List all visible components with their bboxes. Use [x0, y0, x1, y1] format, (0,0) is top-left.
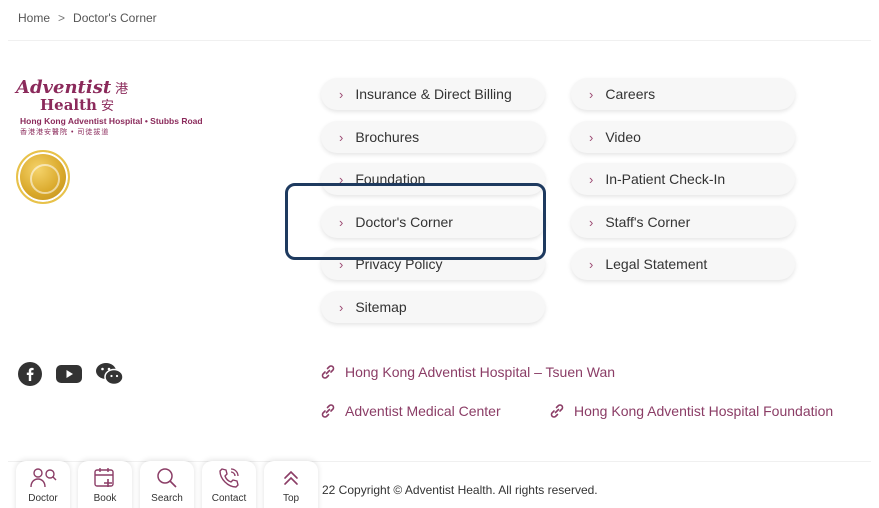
- menu-item-label: Privacy Policy: [355, 256, 443, 272]
- search-icon: [157, 468, 177, 488]
- link-icon: [321, 404, 335, 418]
- menu-item-label: Careers: [605, 86, 656, 102]
- menu-item-label: Insurance & Direct Billing: [355, 86, 512, 102]
- menu-item-in-patient-check-in[interactable]: › In-Patient Check-In: [571, 163, 795, 195]
- logo-word-health: Health: [40, 96, 97, 114]
- menu-item-label: Brochures: [355, 129, 420, 145]
- logo-cjk-1: 港: [115, 81, 129, 96]
- chevron-right-icon: ›: [339, 171, 344, 187]
- breadcrumb-separator: >: [58, 11, 66, 25]
- adventist-health-logo[interactable]: Adventist 港 Health 安 Hong Kong Adventist…: [16, 77, 236, 137]
- page: Home > Doctor's Corner Adventist 港 Healt…: [0, 0, 879, 508]
- copyright-text: 22 Copyright © Adventist Health. All rig…: [322, 483, 598, 497]
- link-label: Adventist Medical Center: [345, 403, 501, 419]
- menu-item-video[interactable]: › Video: [571, 121, 795, 153]
- social-links: [18, 362, 124, 386]
- menu-item-label: Sitemap: [355, 299, 407, 315]
- tab-label: Top: [282, 493, 300, 504]
- chevron-right-icon: ›: [339, 86, 344, 102]
- link-adventist-medical-center[interactable]: Adventist Medical Center: [320, 403, 501, 419]
- menu-item-label: Foundation: [355, 171, 426, 187]
- menu-item-careers[interactable]: › Careers: [571, 78, 795, 110]
- facebook-icon[interactable]: [18, 362, 42, 386]
- chevron-right-icon: ›: [589, 86, 594, 102]
- tab-label: Doctor: [28, 493, 58, 504]
- menu-item-label: Video: [605, 129, 641, 145]
- tab-doctor[interactable]: Doctor: [16, 461, 70, 508]
- chevron-right-icon: ›: [589, 171, 594, 187]
- quick-action-bar: Doctor Book Search Contact Top: [16, 461, 318, 508]
- phone-icon: [219, 468, 239, 488]
- chevron-right-icon: ›: [589, 129, 594, 145]
- accreditation-seal-icon: [16, 150, 70, 204]
- menu-item-label: Staff's Corner: [605, 214, 691, 230]
- chevron-right-icon: ›: [339, 129, 344, 145]
- link-icon: [550, 404, 564, 418]
- menu-item-label: In-Patient Check-In: [605, 171, 726, 187]
- divider: [8, 40, 871, 41]
- logo-word-adventist: Adventist: [16, 77, 112, 98]
- link-label: Hong Kong Adventist Hospital – Tsuen Wan: [345, 364, 616, 380]
- menu-item-privacy-policy[interactable]: › Privacy Policy: [321, 248, 545, 280]
- menu-item-staffs-corner[interactable]: › Staff's Corner: [571, 206, 795, 238]
- logo-cjk-2: 安: [100, 98, 114, 113]
- logo-hospital-name: Hong Kong Adventist Hospital • Stubbs Ro…: [20, 116, 203, 126]
- breadcrumb: Home > Doctor's Corner: [18, 11, 157, 25]
- breadcrumb-current: Doctor's Corner: [73, 11, 157, 25]
- chevron-double-up-icon: [284, 470, 298, 485]
- link-hospital-foundation[interactable]: Hong Kong Adventist Hospital Foundation: [549, 403, 833, 419]
- tab-label: Contact: [211, 493, 247, 504]
- menu-item-label: Doctor's Corner: [355, 214, 453, 230]
- menu-item-insurance[interactable]: › Insurance & Direct Billing: [321, 78, 545, 110]
- menu-item-foundation[interactable]: › Foundation: [321, 163, 545, 195]
- menu-item-doctors-corner[interactable]: › Doctor's Corner: [321, 206, 545, 238]
- youtube-icon[interactable]: [56, 364, 82, 384]
- tab-search[interactable]: Search: [140, 461, 194, 508]
- link-tsuen-wan[interactable]: Hong Kong Adventist Hospital – Tsuen Wan: [320, 364, 615, 380]
- logo-hospital-name-cjk: 香港港安醫院 • 司徒拔道: [20, 129, 110, 136]
- tab-top[interactable]: Top: [264, 461, 318, 508]
- link-icon: [321, 365, 335, 379]
- chevron-right-icon: ›: [339, 214, 344, 230]
- chevron-right-icon: ›: [339, 256, 344, 272]
- wechat-icon[interactable]: [96, 362, 124, 386]
- calendar-plus-icon: [94, 468, 114, 487]
- tab-contact[interactable]: Contact: [202, 461, 256, 508]
- tab-book[interactable]: Book: [78, 461, 132, 508]
- tab-label: Book: [93, 493, 117, 504]
- chevron-right-icon: ›: [339, 299, 344, 315]
- menu-item-legal-statement[interactable]: › Legal Statement: [571, 248, 795, 280]
- chevron-right-icon: ›: [589, 256, 594, 272]
- breadcrumb-home[interactable]: Home: [18, 11, 50, 25]
- tab-label: Search: [151, 493, 183, 504]
- link-label: Hong Kong Adventist Hospital Foundation: [574, 403, 834, 419]
- chevron-right-icon: ›: [589, 214, 594, 230]
- menu-item-sitemap[interactable]: › Sitemap: [321, 291, 545, 323]
- menu-item-label: Legal Statement: [605, 256, 708, 272]
- doctor-search-icon: [30, 468, 57, 488]
- menu-item-brochures[interactable]: › Brochures: [321, 121, 545, 153]
